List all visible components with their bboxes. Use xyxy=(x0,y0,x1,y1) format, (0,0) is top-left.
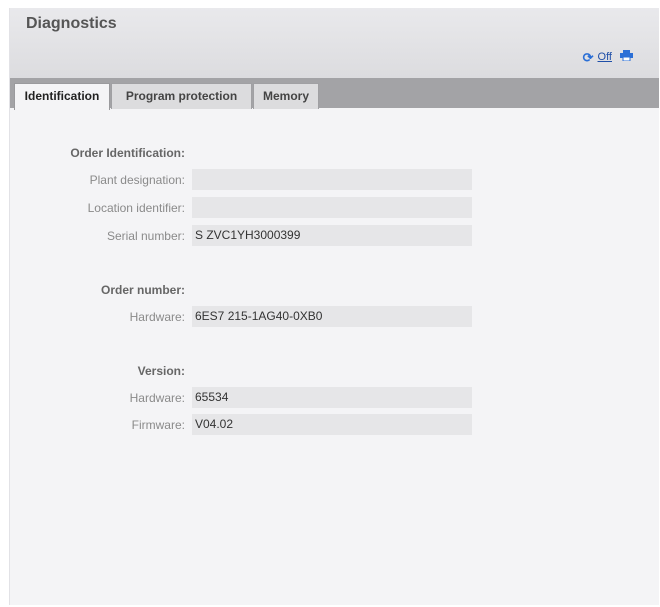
header-toolbar: ⟳ Off xyxy=(583,50,633,64)
tab-bar: Identification Program protection Memory xyxy=(10,78,659,110)
serial-number-label: Serial number: xyxy=(106,229,185,243)
order-identification-heading: Order Identification: xyxy=(70,146,185,160)
plant-designation-label: Plant designation: xyxy=(89,173,185,187)
version-hardware-label: Hardware: xyxy=(129,391,185,405)
tab-memory[interactable]: Memory xyxy=(253,83,319,109)
location-identifier-field xyxy=(192,197,472,218)
page-title: Diagnostics xyxy=(26,15,117,32)
refresh-off-link[interactable]: Off xyxy=(598,51,612,63)
refresh-icon[interactable]: ⟳ xyxy=(583,51,594,64)
order-hardware-label: Hardware: xyxy=(129,310,185,324)
version-hardware-field: 65534 xyxy=(192,387,472,408)
tab-identification[interactable]: Identification xyxy=(14,83,110,110)
panel-header: Diagnostics ⟳ Off xyxy=(10,8,659,78)
serial-number-field: S ZVC1YH3000399 xyxy=(192,225,472,246)
diagnostics-panel: Diagnostics ⟳ Off Identification Program… xyxy=(9,8,659,605)
order-number-heading: Order number: xyxy=(100,283,185,297)
tab-program-protection[interactable]: Program protection xyxy=(111,83,252,109)
firmware-label: Firmware: xyxy=(131,418,185,432)
version-heading: Version: xyxy=(137,364,185,378)
firmware-field: V04.02 xyxy=(192,414,472,435)
print-icon[interactable] xyxy=(620,50,633,64)
plant-designation-field xyxy=(192,169,472,190)
order-hardware-field: 6ES7 215-1AG40-0XB0 xyxy=(192,306,472,327)
location-identifier-label: Location identifier: xyxy=(87,201,185,215)
